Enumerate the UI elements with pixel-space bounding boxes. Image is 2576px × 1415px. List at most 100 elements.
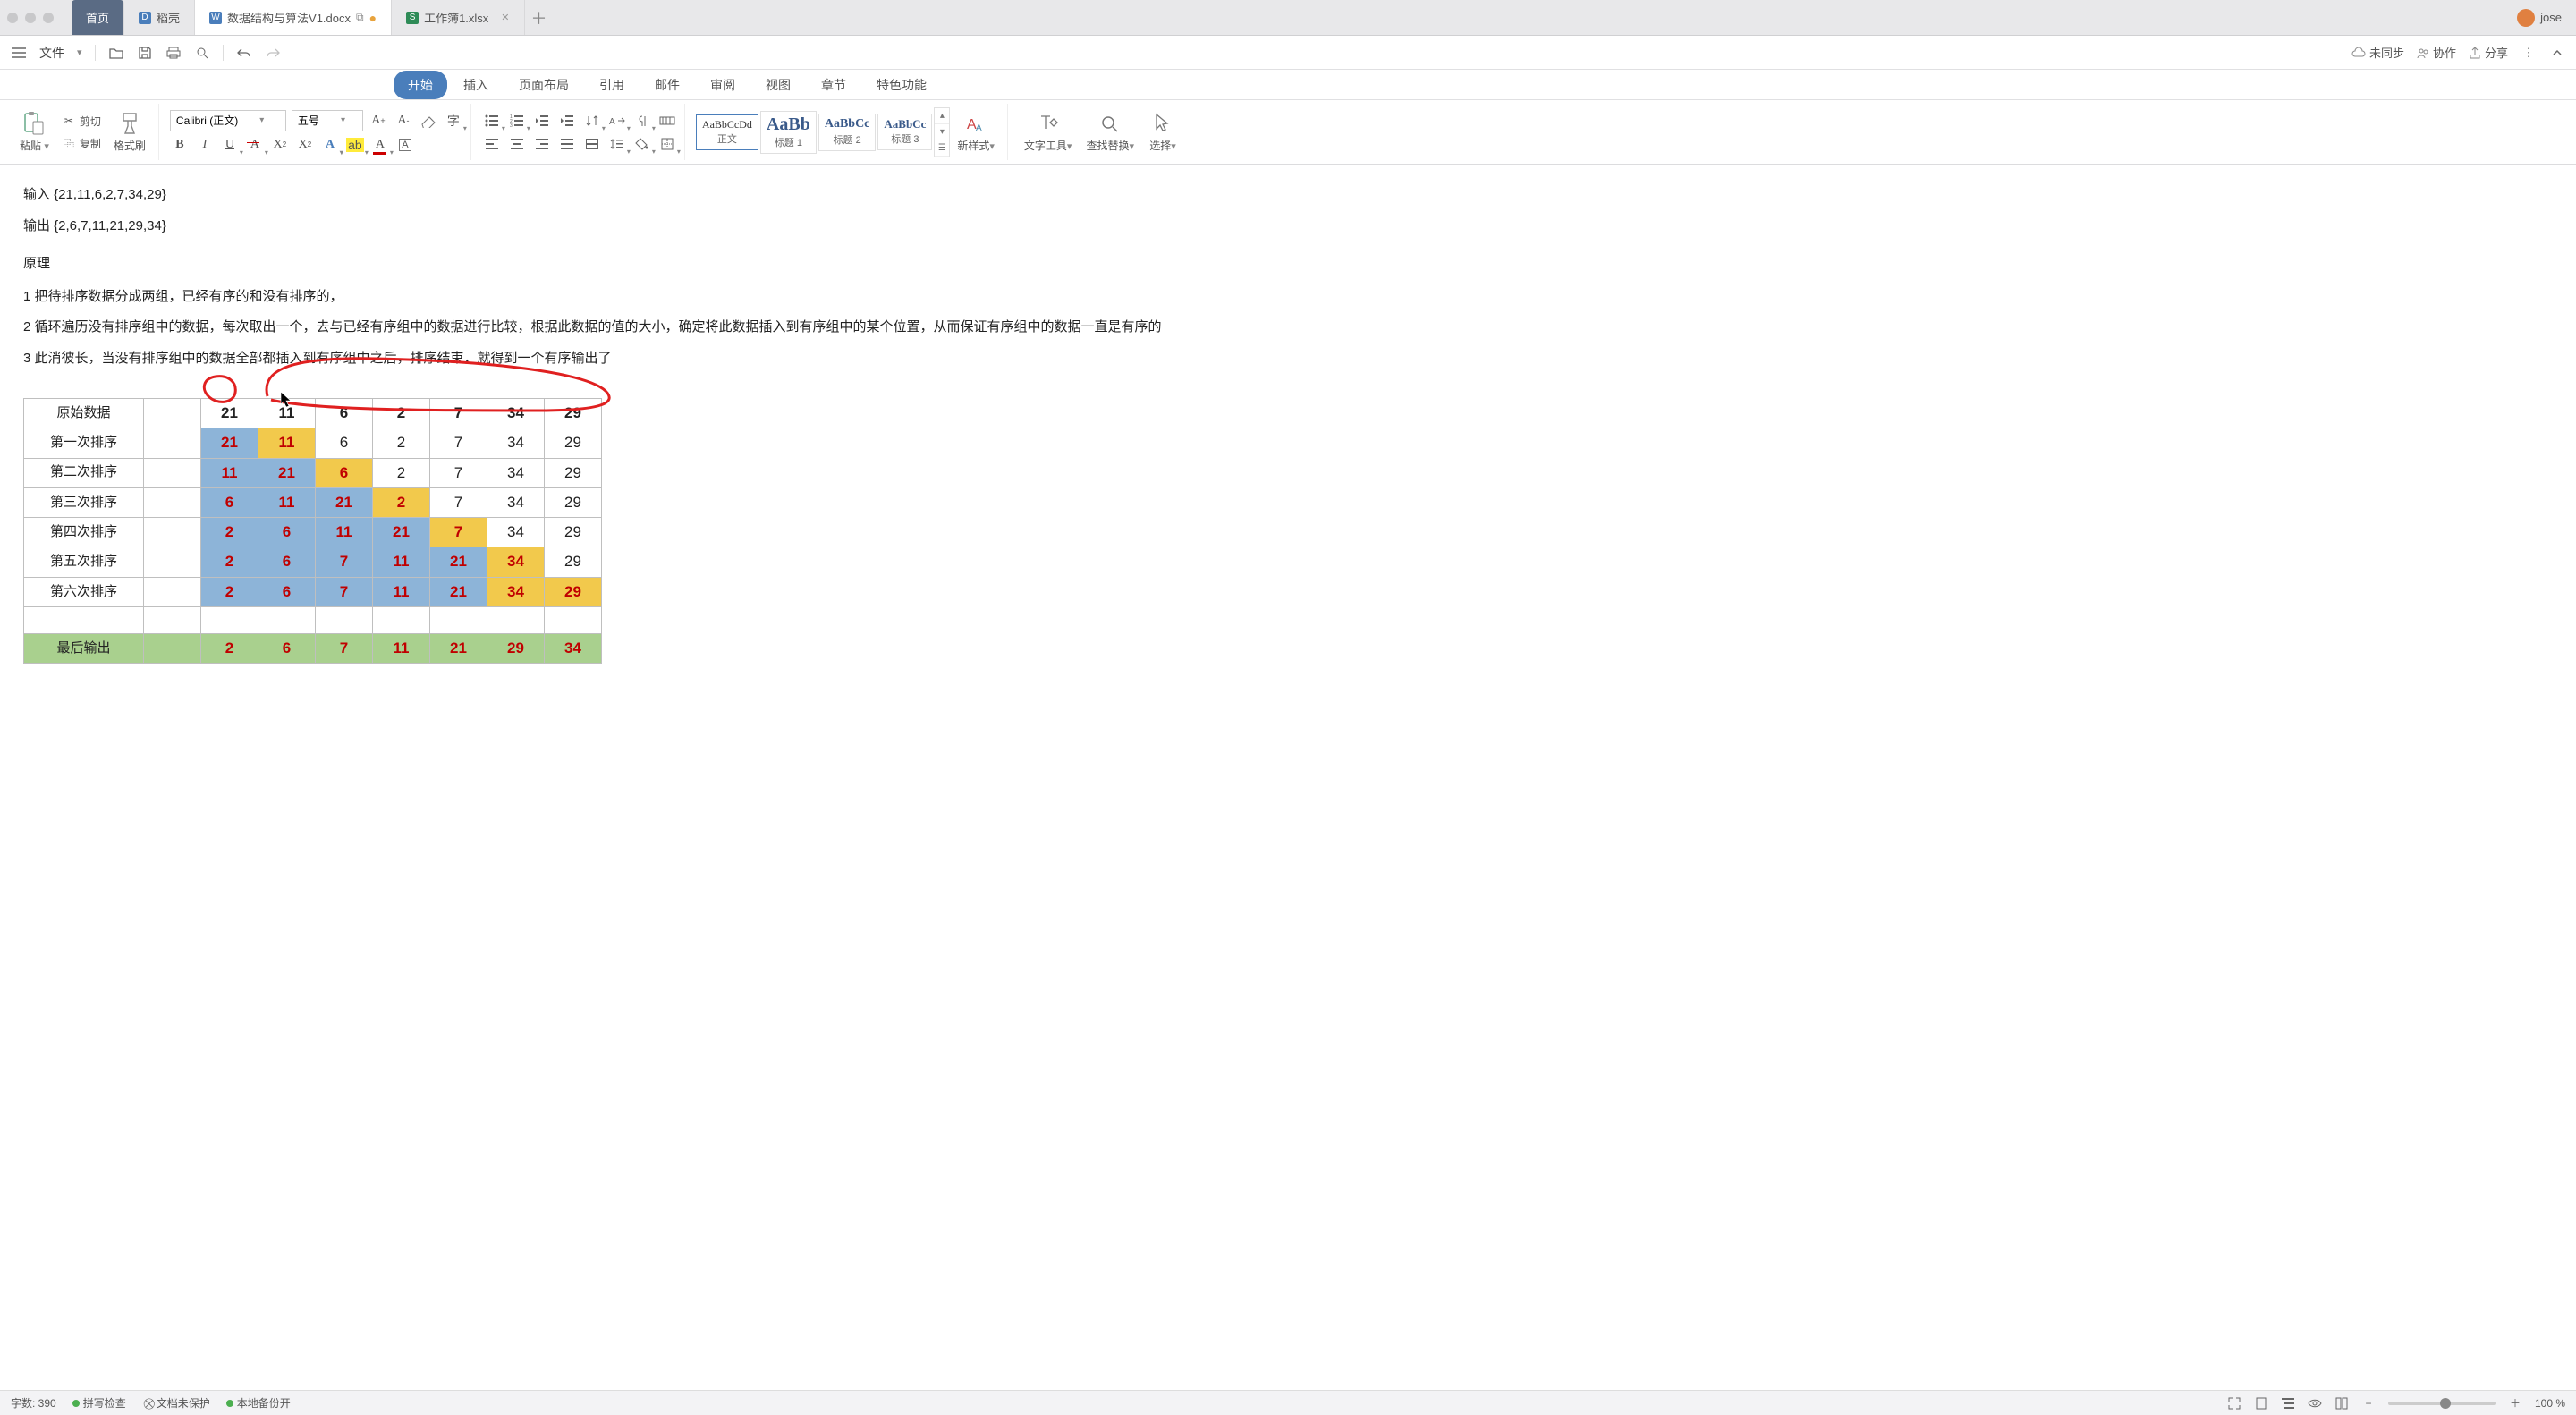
increase-indent-button[interactable]	[557, 111, 577, 131]
align-left-button[interactable]	[482, 134, 502, 154]
collab-button[interactable]: 协作	[2417, 44, 2456, 61]
protect-status[interactable]: ⛒文档未保护	[142, 1395, 210, 1411]
bold-button[interactable]: B	[170, 135, 190, 155]
print-icon[interactable]	[165, 45, 182, 61]
style-heading2[interactable]: AaBbCc 标题 2	[818, 114, 877, 151]
font-color-button[interactable]: A▾	[370, 135, 390, 155]
file-menu[interactable]: 文件	[39, 44, 64, 62]
p-principle-heading: 原理	[23, 251, 2553, 277]
ribbon-tab-chapter[interactable]: 章节	[807, 71, 860, 99]
ribbon-tab-review[interactable]: 审阅	[696, 71, 750, 99]
select-button[interactable]: 选择▾	[1143, 107, 1182, 157]
save-icon[interactable]	[137, 45, 153, 61]
data-cell: 2	[373, 428, 430, 458]
tab-workbook[interactable]: S 工作簿1.xlsx ✕	[392, 0, 524, 35]
increase-font-icon[interactable]: A+	[369, 111, 388, 131]
ribbon-tab-layout[interactable]: 页面布局	[504, 71, 583, 99]
paste-button[interactable]: 粘贴 ▾	[14, 107, 55, 157]
strikethrough-button[interactable]: A▾	[245, 135, 265, 155]
backup-status[interactable]: 本地备份开	[226, 1395, 291, 1411]
cut-button[interactable]: ✂剪切	[58, 112, 105, 131]
numbering-button[interactable]: 123▾	[507, 111, 527, 131]
copy-button[interactable]: ⿻复制	[58, 134, 105, 153]
web-layout-view-icon[interactable]	[2334, 1396, 2349, 1411]
tab-stop-button[interactable]	[657, 111, 677, 131]
char-scale-button[interactable]: A▾	[607, 111, 627, 131]
zoom-slider[interactable]	[2388, 1402, 2496, 1405]
underline-button[interactable]: U▾	[220, 135, 240, 155]
document-area[interactable]: 输入 {21,11,6,2,7,34,29} 输出 {2,6,7,11,21,2…	[0, 165, 2576, 1390]
character-border-button[interactable]: A	[395, 135, 415, 155]
clear-format-icon[interactable]	[419, 111, 438, 131]
font-family-select[interactable]: Calibri (正文)▾	[170, 110, 286, 131]
zoom-out-button[interactable]: −	[2361, 1396, 2376, 1411]
superscript-button[interactable]: X2	[270, 135, 290, 155]
data-cell: 21	[430, 547, 487, 577]
print-preview-icon[interactable]	[194, 45, 210, 61]
close-window[interactable]	[7, 13, 18, 23]
ribbon-tab-insert[interactable]: 插入	[449, 71, 503, 99]
ribbon-tab-special[interactable]: 特色功能	[862, 71, 941, 99]
text-effects-button[interactable]: A▾	[320, 135, 340, 155]
fullscreen-icon[interactable]	[2227, 1396, 2241, 1411]
align-center-button[interactable]	[507, 134, 527, 154]
ribbon-tab-view[interactable]: 视图	[751, 71, 805, 99]
subscript-button[interactable]: X2	[295, 135, 315, 155]
word-count[interactable]: 字数: 390	[11, 1395, 56, 1411]
gallery-up-icon[interactable]: ▴	[935, 108, 949, 124]
outline-view-icon[interactable]	[2281, 1396, 2295, 1411]
gallery-more-icon[interactable]: ☰	[935, 140, 949, 157]
italic-button[interactable]: I	[195, 135, 215, 155]
align-distributed-button[interactable]	[582, 134, 602, 154]
spacer-cell	[144, 518, 201, 547]
style-heading1[interactable]: AaBb 标题 1	[760, 111, 817, 154]
divider	[95, 45, 96, 61]
hamburger-icon[interactable]	[11, 45, 27, 61]
style-normal[interactable]: AaBbCcDd 正文	[696, 114, 758, 150]
reading-view-icon[interactable]	[2308, 1396, 2322, 1411]
show-marks-button[interactable]: ▾	[632, 111, 652, 131]
file-menu-dropdown-icon[interactable]: ▾	[77, 47, 82, 58]
borders-button[interactable]: ▾	[657, 134, 677, 154]
sort-button[interactable]: ▾	[582, 111, 602, 131]
data-cell	[545, 607, 602, 634]
line-spacing-button[interactable]: ▾	[607, 134, 627, 154]
ribbon-tab-mail[interactable]: 邮件	[640, 71, 694, 99]
collapse-ribbon-icon[interactable]	[2549, 45, 2565, 61]
ribbon-tab-ref[interactable]: 引用	[585, 71, 639, 99]
tab-add[interactable]: ＋	[525, 0, 554, 35]
decrease-indent-button[interactable]	[532, 111, 552, 131]
highlight-button[interactable]: ab▾	[345, 135, 365, 155]
tab-daoke[interactable]: D 稻壳	[124, 0, 195, 35]
row-header: 第六次排序	[24, 577, 144, 606]
maximize-window[interactable]	[43, 13, 54, 23]
close-tab-icon[interactable]: ✕	[501, 12, 509, 23]
tab-document[interactable]: W 数据结构与算法V1.docx ⧉ ●	[195, 0, 392, 35]
spacer-cell	[144, 487, 201, 517]
bullets-button[interactable]: ▾	[482, 111, 502, 131]
share-button[interactable]: 分享	[2469, 44, 2508, 61]
font-size-select[interactable]: 五号▾	[292, 110, 363, 131]
open-icon[interactable]	[108, 45, 124, 61]
spellcheck-status[interactable]: 拼写检查	[72, 1395, 126, 1411]
ribbon-tab-start[interactable]: 开始	[394, 71, 447, 99]
shading-button[interactable]: ▾	[632, 134, 652, 154]
gallery-down-icon[interactable]: ▾	[935, 124, 949, 140]
text-tools-button[interactable]: 文字工具▾	[1019, 107, 1078, 157]
find-replace-button[interactable]: 查找替换▾	[1080, 107, 1140, 157]
align-right-button[interactable]	[532, 134, 552, 154]
zoom-percent[interactable]: 100 %	[2535, 1397, 2565, 1410]
clone-tab-icon[interactable]: ⧉	[356, 11, 364, 24]
phonetic-guide-icon[interactable]: 字▾	[444, 111, 463, 131]
format-painter-button[interactable]: 格式刷	[108, 107, 151, 157]
decrease-font-icon[interactable]: A-	[394, 111, 413, 131]
align-justify-button[interactable]	[557, 134, 577, 154]
tab-home[interactable]: 首页	[72, 0, 124, 35]
zoom-in-button[interactable]: ＋	[2508, 1396, 2522, 1411]
new-style-button[interactable]: AA 新样式▾	[952, 107, 1000, 157]
more-menu-icon[interactable]: ⋮	[2521, 45, 2537, 61]
print-layout-view-icon[interactable]	[2254, 1396, 2268, 1411]
style-heading3[interactable]: AaBbCc 标题 3	[877, 114, 932, 150]
user-area[interactable]: jose	[2517, 9, 2562, 27]
minimize-window[interactable]	[25, 13, 36, 23]
